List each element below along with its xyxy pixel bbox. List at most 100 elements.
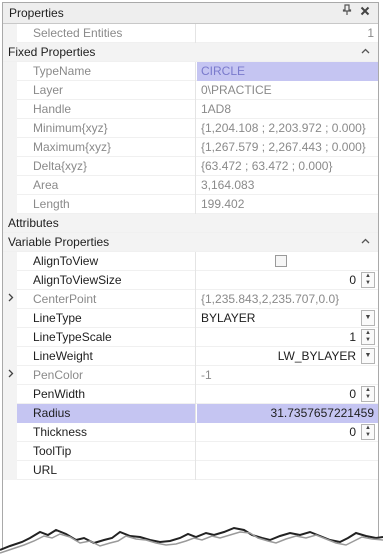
row-gutter [3,309,17,328]
row-gutter [3,442,17,461]
property-name: Layer [17,81,196,100]
property-row-penwidth[interactable]: PenWidth 0 ▲ ▼ [3,385,378,404]
property-name: Selected Entities [17,24,196,43]
property-value[interactable]: LW_BYLAYER [197,347,378,366]
property-row-thickness[interactable]: Thickness 0 ▲ ▼ [3,423,378,442]
property-row-radius[interactable]: Radius 31.7357657221459 [3,404,378,423]
spin-down-icon[interactable]: ▼ [362,394,374,401]
property-name: Handle [17,100,196,119]
close-icon[interactable] [358,4,372,20]
property-row-lineweight[interactable]: LineWeight LW_BYLAYER ▼ [3,347,378,366]
property-name: Radius [17,404,196,423]
category-attributes[interactable]: Attributes [3,214,378,233]
property-name: Maximum{xyz} [17,138,196,157]
property-row-pencolor[interactable]: PenColor -1 [3,366,378,385]
spin-stepper[interactable]: ▲ ▼ [361,272,375,288]
spin-down-icon[interactable]: ▼ [362,432,374,439]
property-name: CenterPoint [17,290,196,309]
property-row-layer[interactable]: Layer 0\PRACTICE [3,81,378,100]
property-value: {1,267.579 ; 2,267.443 ; 0.000} [201,140,366,154]
row-gutter [3,461,17,480]
category-label: Variable Properties [8,235,110,249]
align-to-view-checkbox[interactable] [275,255,287,267]
property-value: 1AD8 [201,102,232,116]
row-gutter [3,81,17,100]
spin-down-icon[interactable]: ▼ [362,337,374,344]
property-value[interactable]: 0 [197,271,378,290]
category-fixed-properties[interactable]: Fixed Properties [3,43,378,62]
row-gutter [3,157,17,176]
dropdown-arrow-icon[interactable]: ▼ [361,310,375,326]
collapse-chevron-icon[interactable] [361,233,370,251]
spin-up-icon[interactable]: ▲ [362,273,374,280]
row-gutter [3,271,17,290]
spin-stepper[interactable]: ▲ ▼ [361,329,375,345]
row-gutter [3,100,17,119]
property-row-linetype[interactable]: LineType BYLAYER ▼ [3,309,378,328]
row-gutter [3,62,17,81]
spin-up-icon[interactable]: ▲ [362,387,374,394]
row-gutter [3,24,17,43]
dropdown-arrow-icon[interactable]: ▼ [361,348,375,364]
property-name: Length [17,195,196,214]
property-row-aligntoviewsize[interactable]: AlignToViewSize 0 ▲ ▼ [3,271,378,290]
property-value: 0\PRACTICE [201,83,272,97]
row-gutter [3,195,17,214]
property-row-url[interactable]: URL [3,461,378,480]
property-name: PenColor [17,366,196,385]
row-gutter [3,176,17,195]
property-row-handle[interactable]: Handle 1AD8 [3,100,378,119]
expand-chevron-icon[interactable] [8,290,14,308]
spin-down-icon[interactable]: ▼ [362,280,374,287]
category-label: Attributes [8,216,59,230]
property-row-minimum[interactable]: Minimum{xyz} {1,204.108 ; 2,203.972 ; 0.… [3,119,378,138]
property-value: -1 [201,368,212,382]
property-name: LineTypeScale [17,328,196,347]
property-name: LineType [17,309,196,328]
property-row-linetypescale[interactable]: LineTypeScale 1 ▲ ▼ [3,328,378,347]
category-variable-properties[interactable]: Variable Properties [3,233,378,252]
property-name: AlignToView [17,252,196,271]
property-row-tooltip[interactable]: ToolTip [3,442,378,461]
property-value[interactable] [197,442,378,461]
property-value[interactable]: 0 [197,385,378,404]
collapse-chevron-icon[interactable] [361,43,370,61]
property-value[interactable]: 31.7357657221459 [197,404,378,423]
property-value[interactable]: 1 [197,328,378,347]
expand-chevron-icon[interactable] [8,366,14,384]
property-name: AlignToViewSize [17,271,196,290]
row-gutter [3,328,17,347]
property-row-aligntoview[interactable]: AlignToView [3,252,378,271]
property-value [197,252,378,271]
spin-up-icon[interactable]: ▲ [362,330,374,337]
property-row-delta[interactable]: Delta{xyz} {63.472 ; 63.472 ; 0.000} [3,157,378,176]
row-gutter [3,119,17,138]
property-value: {1,235.843,2,235.707,0.0} [201,292,340,306]
property-name: PenWidth [17,385,196,404]
spin-stepper[interactable]: ▲ ▼ [361,424,375,440]
property-row-maximum[interactable]: Maximum{xyz} {1,267.579 ; 2,267.443 ; 0.… [3,138,378,157]
property-name: Thickness [17,423,196,442]
property-row-centerpoint[interactable]: CenterPoint {1,235.843,2,235.707,0.0} [3,290,378,309]
row-gutter [3,404,17,423]
panel-titlebar: Properties [3,3,378,24]
properties-panel: Properties Selected Entities 1 Fixed Pro… [2,2,379,555]
property-name: Area [17,176,196,195]
torn-edge-decoration [0,526,383,557]
property-row-area[interactable]: Area 3,164.083 [3,176,378,195]
spin-stepper[interactable]: ▲ ▼ [361,386,375,402]
property-row-length[interactable]: Length 199.402 [3,195,378,214]
property-value: {63.472 ; 63.472 ; 0.000} [201,159,333,173]
property-row-typename[interactable]: TypeName CIRCLE [3,62,378,81]
property-name: URL [17,461,196,480]
spin-up-icon[interactable]: ▲ [362,425,374,432]
property-value[interactable]: BYLAYER [197,309,378,328]
row-gutter [3,347,17,366]
property-name: LineWeight [17,347,196,366]
pin-icon[interactable] [340,4,354,20]
property-value[interactable] [197,461,378,480]
property-value[interactable]: 0 [197,423,378,442]
property-value: {1,204.108 ; 2,203.972 ; 0.000} [201,121,366,135]
property-row-selected-entities[interactable]: Selected Entities 1 [3,24,378,43]
property-name: Delta{xyz} [17,157,196,176]
